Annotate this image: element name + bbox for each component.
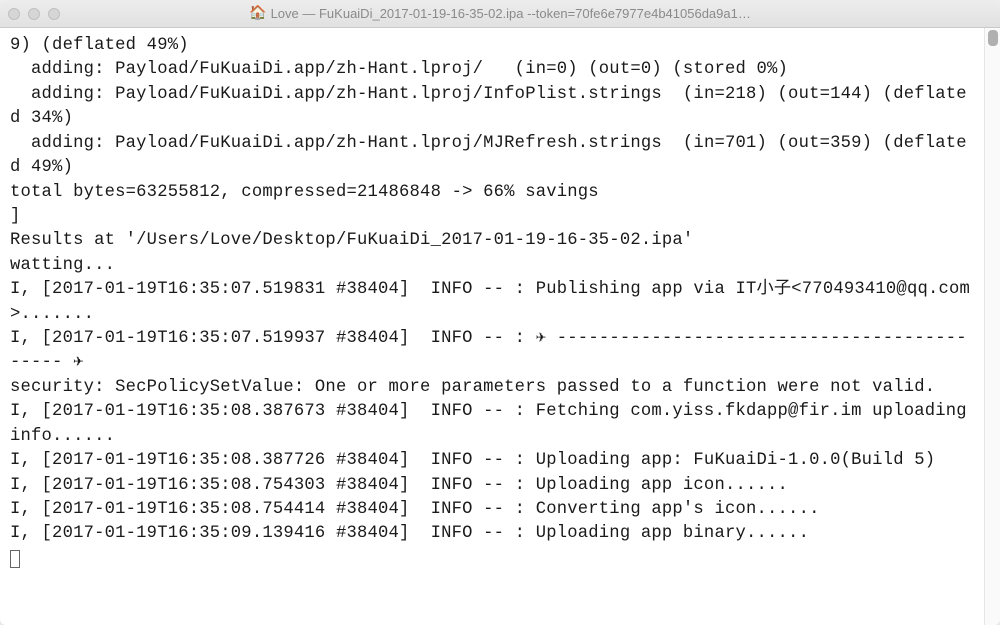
minimize-button[interactable] bbox=[28, 8, 40, 20]
zoom-button[interactable] bbox=[48, 8, 60, 20]
scrollbar-thumb[interactable] bbox=[988, 30, 998, 46]
terminal-window: 🏠 Love — FuKuaiDi_2017-01-19-16-35-02.ip… bbox=[0, 0, 1000, 625]
content-area: 9) (deflated 49%) adding: Payload/FuKuai… bbox=[0, 28, 1000, 625]
scrollbar-track[interactable] bbox=[984, 28, 1000, 625]
close-button[interactable] bbox=[8, 8, 20, 20]
terminal-output[interactable]: 9) (deflated 49%) adding: Payload/FuKuai… bbox=[0, 28, 984, 625]
title-wrap: 🏠 Love — FuKuaiDi_2017-01-19-16-35-02.ip… bbox=[0, 5, 1000, 22]
titlebar[interactable]: 🏠 Love — FuKuaiDi_2017-01-19-16-35-02.ip… bbox=[0, 0, 1000, 28]
home-icon: 🏠 bbox=[249, 5, 266, 22]
traffic-lights bbox=[8, 8, 60, 20]
cursor bbox=[10, 550, 20, 568]
window-title: Love — FuKuaiDi_2017-01-19-16-35-02.ipa … bbox=[271, 6, 751, 21]
